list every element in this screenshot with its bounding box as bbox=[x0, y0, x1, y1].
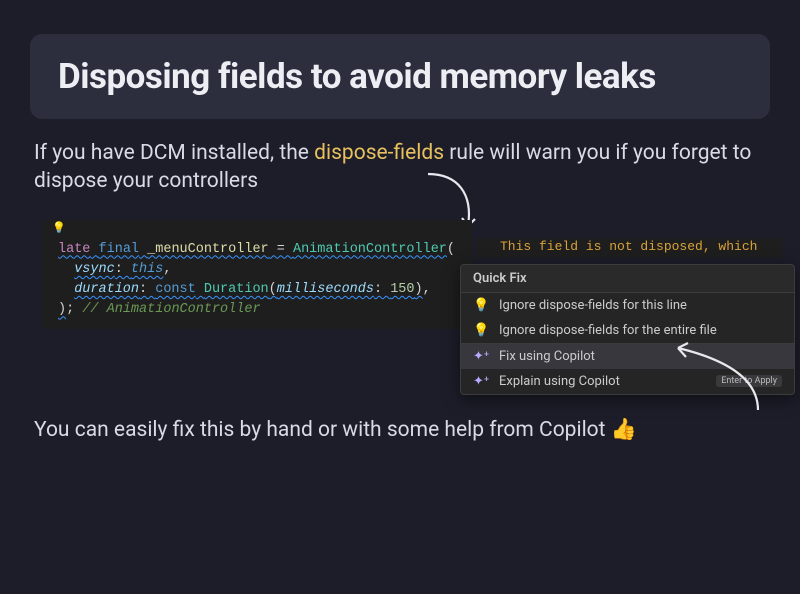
sparkle-icon: ✦⁺ bbox=[473, 349, 489, 364]
quick-fix-label: Ignore dispose-fields for the entire fil… bbox=[499, 323, 782, 338]
quick-fix-popup: Quick Fix 💡 Ignore dispose-fields for th… bbox=[460, 264, 795, 395]
quick-fix-label: Fix using Copilot bbox=[499, 349, 782, 364]
code-body[interactable]: late final _menuController = AnimationCo… bbox=[42, 238, 472, 329]
code-tok-duration: duration bbox=[74, 282, 139, 297]
lightbulb-icon: 💡 bbox=[473, 298, 489, 313]
footer-text: You can easily fix this by hand or with … bbox=[34, 418, 766, 442]
quick-fix-item-explain-copilot[interactable]: ✦⁺ Explain using Copilot Enter to Apply bbox=[461, 369, 794, 394]
code-tok-late: late bbox=[58, 242, 90, 257]
quick-fix-header: Quick Fix bbox=[461, 265, 794, 293]
code-tok-type: AnimationController bbox=[293, 242, 447, 257]
code-gutter: 💡 bbox=[42, 220, 472, 238]
code-tok-this: this bbox=[131, 262, 163, 277]
title-card: Disposing fields to avoid memory leaks bbox=[30, 34, 770, 119]
quick-fix-item-ignore-file[interactable]: 💡 Ignore dispose-fields for the entire f… bbox=[461, 318, 794, 343]
code-editor[interactable]: 💡 late final _menuController = Animation… bbox=[42, 220, 472, 329]
subtitle-highlight: dispose-fields bbox=[314, 141, 444, 165]
kbd-hint: Enter to Apply bbox=[716, 375, 782, 387]
code-tok-comment: // AnimationController bbox=[82, 302, 260, 317]
quick-fix-item-ignore-line[interactable]: 💡 Ignore dispose-fields for this line bbox=[461, 293, 794, 318]
code-tok-final: final bbox=[99, 242, 140, 257]
editor-region: 💡 late final _menuController = Animation… bbox=[28, 210, 772, 400]
lightbulb-icon: 💡 bbox=[473, 323, 489, 338]
lint-warning-message[interactable]: This field is not disposed, which bbox=[476, 238, 782, 258]
subtitle-pre: If you have DCM installed, the bbox=[34, 141, 314, 165]
sparkle-icon: ✦⁺ bbox=[473, 374, 489, 389]
lightbulb-icon[interactable]: 💡 bbox=[52, 221, 66, 234]
quick-fix-item-fix-copilot[interactable]: ✦⁺ Fix using Copilot bbox=[461, 343, 794, 369]
quick-fix-label: Ignore dispose-fields for this line bbox=[499, 298, 782, 313]
page-title: Disposing fields to avoid memory leaks bbox=[58, 56, 742, 97]
quick-fix-label: Explain using Copilot bbox=[499, 374, 706, 389]
code-tok-ident: _menuController bbox=[147, 242, 269, 257]
code-tok-vsync: vsync bbox=[74, 262, 115, 277]
subtitle-text: If you have DCM installed, the dispose-f… bbox=[34, 139, 766, 196]
